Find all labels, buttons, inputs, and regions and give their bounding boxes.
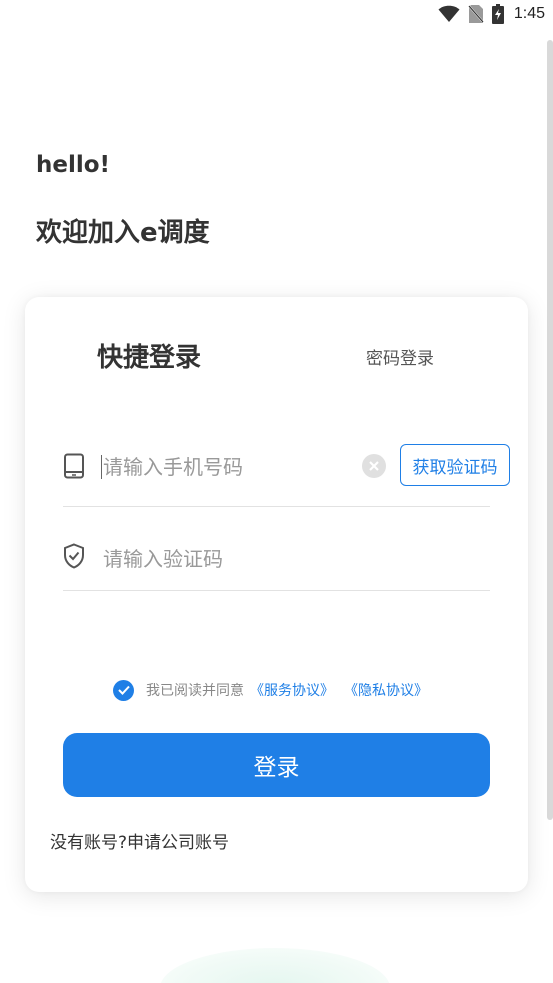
phone-input[interactable] bbox=[103, 449, 353, 485]
clear-icon[interactable] bbox=[362, 454, 386, 478]
agreement-row: 我已阅读并同意 《服务协议》 《隐私协议》 bbox=[113, 678, 438, 702]
privacy-agreement-link[interactable]: 《隐私协议》 bbox=[344, 680, 428, 700]
login-button[interactable]: 登录 bbox=[63, 733, 490, 797]
login-page: 1:45 hello! 欢迎加入e调度 快捷登录 密码登录 获取验证码 bbox=[0, 0, 553, 983]
text-cursor bbox=[101, 455, 102, 479]
code-field-row bbox=[63, 529, 490, 591]
shield-icon bbox=[63, 543, 87, 569]
battery-charging-icon bbox=[491, 4, 504, 24]
tab-password-login[interactable]: 密码登录 bbox=[366, 344, 434, 369]
no-sim-icon bbox=[468, 4, 484, 24]
bottom-decoration bbox=[160, 948, 390, 983]
agreement-checkbox[interactable] bbox=[113, 679, 134, 701]
status-icons: 1:45 bbox=[438, 4, 545, 24]
greeting-hello: hello! bbox=[36, 152, 111, 178]
service-agreement-link[interactable]: 《服务协议》 bbox=[250, 680, 334, 700]
agreement-text: 我已阅读并同意 bbox=[146, 683, 244, 699]
wifi-icon bbox=[438, 5, 460, 23]
get-code-button[interactable]: 获取验证码 bbox=[400, 444, 510, 486]
status-bar: 1:45 bbox=[0, 0, 553, 32]
scrollbar[interactable] bbox=[547, 40, 553, 820]
phone-icon bbox=[63, 453, 87, 479]
status-time: 1:45 bbox=[513, 5, 545, 22]
tab-quick-login[interactable]: 快捷登录 bbox=[97, 337, 201, 374]
code-input[interactable] bbox=[103, 541, 353, 577]
phone-field-row: 获取验证码 bbox=[63, 441, 510, 507]
greeting-welcome: 欢迎加入e调度 bbox=[36, 218, 210, 248]
apply-account-link[interactable]: 没有账号?申请公司账号 bbox=[50, 828, 229, 853]
login-card: 快捷登录 密码登录 获取验证码 我已阅读并同意 《服务协议》 bbox=[25, 297, 528, 892]
